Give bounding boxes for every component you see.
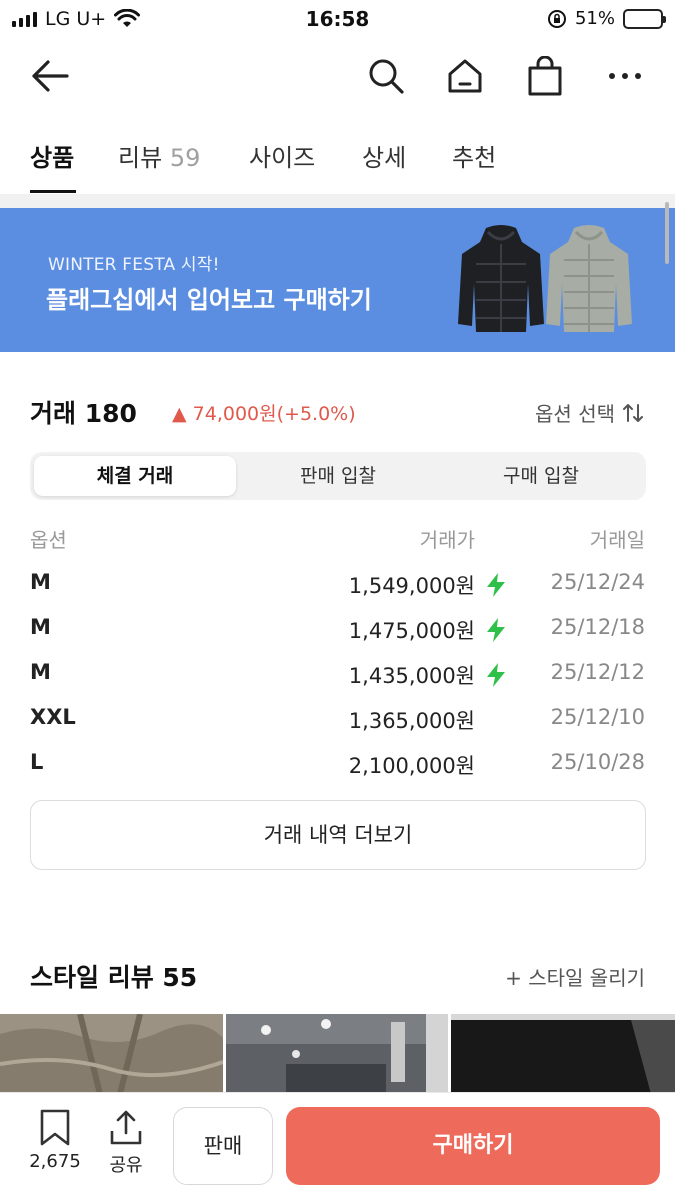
- status-right: 51%: [547, 8, 666, 29]
- row-price: 1,549,000원: [348, 574, 475, 598]
- fast-delivery-icon: [484, 617, 508, 648]
- row-price: 1,475,000원: [348, 619, 475, 643]
- tab-product-label: 상품: [30, 144, 75, 172]
- row-size: M: [30, 570, 51, 594]
- bookmark-icon: [40, 1109, 70, 1146]
- table-row: M 1,435,000원 25/12/12: [30, 660, 645, 700]
- row-date: 25/12/10: [550, 705, 645, 729]
- black-jacket-image: [458, 225, 544, 332]
- tab-recommend-label: 추천: [452, 144, 497, 172]
- banner-subtitle: WINTER FESTA 시작!: [48, 255, 220, 275]
- row-date: 25/12/12: [550, 660, 645, 684]
- tab-product[interactable]: 상품: [30, 138, 74, 173]
- back-button[interactable]: [28, 54, 72, 98]
- option-select-label: 옵션 선택: [535, 402, 615, 426]
- trade-header: 거래 180 ▲ 74,000원(+5.0%) 옵션 선택: [30, 392, 645, 432]
- tab-review[interactable]: 리뷰 59: [118, 138, 200, 173]
- shopping-bag-icon: [528, 56, 562, 96]
- style-review-photos: [0, 1014, 675, 1094]
- top-nav: [0, 40, 675, 110]
- home-button[interactable]: [443, 54, 487, 98]
- search-button[interactable]: [364, 54, 408, 98]
- tab-size[interactable]: 사이즈: [249, 138, 315, 173]
- tab-size-label: 사이즈: [249, 144, 316, 172]
- table-row: XXL 1,365,000원 25/12/10: [30, 705, 645, 745]
- cart-button[interactable]: [523, 54, 567, 98]
- option-select-button[interactable]: 옵션 선택: [535, 398, 645, 427]
- bookmark-count: 2,675: [29, 1151, 81, 1172]
- row-date: 25/10/28: [550, 750, 645, 774]
- review-photo-jacket-image: [0, 1014, 223, 1094]
- fast-delivery-icon: [484, 662, 508, 693]
- sort-arrows-icon: [623, 403, 643, 422]
- tab-detail[interactable]: 상세: [362, 138, 406, 173]
- buy-button[interactable]: 구매하기: [286, 1107, 660, 1185]
- sell-button[interactable]: 판매: [173, 1107, 273, 1185]
- segment-completed-trades[interactable]: 체결 거래: [34, 456, 236, 496]
- row-size: XXL: [30, 705, 76, 729]
- style-review-title: 스타일 리뷰 55: [30, 963, 198, 992]
- column-option: 옵션: [30, 528, 67, 552]
- segment-sell-bids[interactable]: 판매 입찰: [237, 456, 439, 496]
- row-size: L: [30, 750, 44, 774]
- share-button[interactable]: 공유: [100, 1109, 152, 1177]
- product-tabs: 상품 리뷰 59 사이즈 상세 추천: [0, 118, 675, 194]
- row-size: M: [30, 660, 51, 684]
- active-tab-indicator: [30, 190, 76, 193]
- promo-banner[interactable]: WINTER FESTA 시작! 플래그십에서 입어보고 구매하기: [0, 208, 675, 352]
- column-price: 거래가: [419, 528, 475, 552]
- grey-jacket-image: [546, 225, 632, 332]
- row-date: 25/12/24: [550, 570, 645, 594]
- add-style-button[interactable]: + 스타일 올리기: [505, 962, 645, 991]
- status-bar: LG U+ 16:58 51%: [0, 0, 675, 38]
- more-button[interactable]: [603, 54, 647, 98]
- back-arrow-icon: [32, 60, 69, 92]
- table-row: L 2,100,000원 25/10/28: [30, 750, 645, 790]
- bottom-action-bar: 2,675 공유 판매 구매하기: [0, 1092, 675, 1200]
- trade-history-more-button[interactable]: 거래 내역 더보기: [30, 800, 646, 870]
- review-photo[interactable]: [451, 1014, 675, 1094]
- row-price: 1,435,000원: [348, 664, 475, 688]
- tab-review-count: 59: [169, 144, 201, 172]
- banner-title: 플래그십에서 입어보고 구매하기: [46, 286, 372, 314]
- review-photo[interactable]: [226, 1014, 448, 1094]
- trade-table-header: 옵션 거래가 거래일: [30, 524, 645, 554]
- row-date: 25/12/18: [550, 615, 645, 639]
- row-price: 2,100,000원: [348, 754, 475, 778]
- review-photo[interactable]: [0, 1014, 223, 1094]
- trade-segment-control: 체결 거래 판매 입찰 구매 입찰: [30, 452, 646, 500]
- battery-icon: [623, 8, 666, 29]
- search-icon: [369, 59, 404, 94]
- home-icon: [448, 59, 482, 93]
- segment-buy-bids[interactable]: 구매 입찰: [440, 456, 642, 496]
- table-row: M 1,475,000원 25/12/18: [30, 615, 645, 655]
- trade-count-title: 거래 180: [30, 399, 137, 428]
- row-size: M: [30, 615, 51, 639]
- scrollbar[interactable]: [665, 202, 669, 264]
- section-divider: [0, 194, 675, 208]
- column-date: 거래일: [589, 528, 645, 552]
- price-change: ▲ 74,000원(+5.0%): [172, 403, 356, 425]
- tab-review-label: 리뷰: [118, 144, 163, 172]
- review-photo-garage-image: [226, 1014, 448, 1094]
- share-icon: [110, 1110, 142, 1145]
- battery-percent: 51%: [574, 8, 615, 29]
- tab-recommend[interactable]: 추천: [452, 138, 496, 173]
- more-dots-icon: [609, 73, 641, 79]
- bookmark-button[interactable]: 2,675: [24, 1109, 86, 1172]
- review-photo-dark-image: [451, 1014, 675, 1094]
- row-price: 1,365,000원: [348, 709, 475, 733]
- fast-delivery-icon: [484, 572, 508, 603]
- tab-detail-label: 상세: [362, 144, 407, 172]
- orientation-lock-icon: [547, 9, 566, 28]
- table-row: M 1,549,000원 25/12/24: [30, 570, 645, 610]
- share-label: 공유: [109, 1155, 143, 1176]
